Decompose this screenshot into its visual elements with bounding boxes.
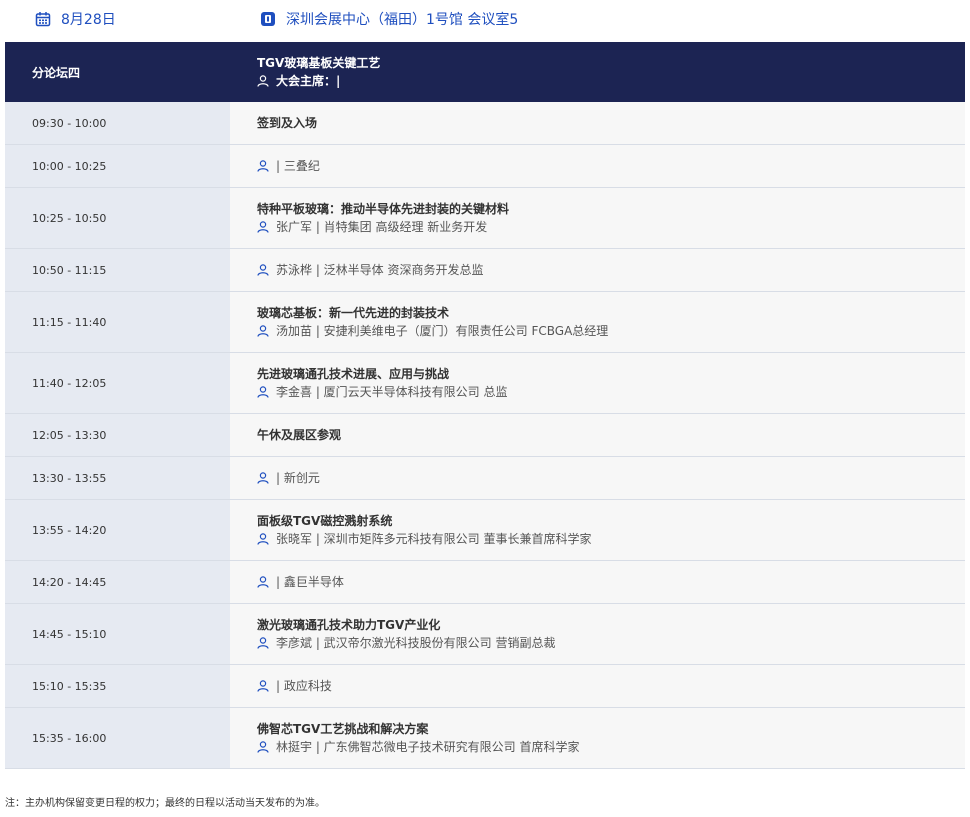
session-detail: 签到及入场 [230, 102, 965, 144]
speaker-text: 张晓军 | 深圳市矩阵多元科技有限公司 董事长兼首席科学家 [276, 532, 592, 546]
person-icon [257, 264, 269, 276]
schedule-row: 11:15 - 11:40 玻璃芯基板：新一代先进的封装技术 汤加苗 | 安捷利美维… [5, 292, 965, 353]
person-icon [257, 75, 269, 87]
session-title: 先进玻璃通孔技术进展、应用与挑战 [257, 367, 450, 381]
session-title: 午休及展区参观 [257, 428, 342, 442]
session-detail: 午休及展区参观 [230, 414, 965, 456]
forum-topic: TGV玻璃基板关键工艺 [257, 56, 381, 70]
session-speaker: 苏泳桦 | 泛林半导体 资深商务开发总监 [257, 261, 965, 279]
schedule-row: 10:00 - 10:25 | 三叠纪 [5, 145, 965, 188]
speaker-text: | 三叠纪 [276, 159, 320, 173]
schedule-table: 分论坛四 TGV玻璃基板关键工艺 大会主席：| 09:30 - 10:00 签到及… [5, 42, 965, 769]
forum-topic-cell: TGV玻璃基板关键工艺 大会主席：| [230, 42, 965, 102]
event-meta-bar: 8月28日 深圳会展中心（福田）1号馆 会议室5 [0, 0, 970, 40]
session-time: 11:15 - 11:40 [5, 292, 230, 352]
schedule-row: 11:40 - 12:05 先进玻璃通孔技术进展、应用与挑战 李金喜 | 厦门云天半… [5, 353, 965, 414]
session-detail: 激光玻璃通孔技术助力TGV产业化李彦斌 | 武汉帝尔激光科技股份有限公司 营销副… [230, 604, 965, 664]
session-time: 10:50 - 11:15 [5, 249, 230, 291]
speaker-text: | 政应科技 [276, 679, 332, 693]
speaker-text: 苏泳桦 | 泛林半导体 资深商务开发总监 [276, 263, 484, 277]
person-icon [257, 741, 269, 753]
speaker-text: 李彦斌 | 武汉帝尔激光科技股份有限公司 营销副总裁 [276, 636, 556, 650]
session-speaker: | 三叠纪 [257, 157, 965, 175]
session-speaker: | 政应科技 [257, 677, 965, 695]
event-venue-text: 深圳会展中心（福田）1号馆 会议室5 [286, 12, 519, 28]
person-icon [257, 680, 269, 692]
location-icon [261, 12, 275, 26]
speaker-text: 李金喜 | 厦门云天半导体科技有限公司 总监 [276, 385, 508, 399]
schedule-row: 09:30 - 10:00 签到及入场 [5, 102, 965, 145]
footer-note: 注：主办机构保留变更日程的权力；最终的日程以活动当天发布的为准。 [5, 798, 325, 809]
speaker-text: | 鑫巨半导体 [276, 575, 344, 589]
schedule-rows: 09:30 - 10:00 签到及入场 10:00 - 10:25 | 三叠纪 10:2… [5, 102, 965, 769]
session-title: 激光玻璃通孔技术助力TGV产业化 [257, 618, 441, 632]
session-time: 14:20 - 14:45 [5, 561, 230, 603]
session-speaker: 李金喜 | 厦门云天半导体科技有限公司 总监 [257, 383, 965, 401]
schedule-row: 12:05 - 13:30 午休及展区参观 [5, 414, 965, 457]
session-speaker: 汤加苗 | 安捷利美维电子（厦门）有限责任公司 FCBGA总经理 [257, 322, 965, 340]
session-speaker: 林挺宇 | 广东佛智芯微电子技术研究有限公司 首席科学家 [257, 738, 965, 756]
person-icon [257, 386, 269, 398]
schedule-row: 10:50 - 11:15 苏泳桦 | 泛林半导体 资深商务开发总监 [5, 249, 965, 292]
session-speaker: 李彦斌 | 武汉帝尔激光科技股份有限公司 营销副总裁 [257, 634, 965, 652]
schedule-row: 10:25 - 10:50 特种平板玻璃：推动半导体先进封装的关键材料 张广军 | … [5, 188, 965, 249]
session-title: 特种平板玻璃：推动半导体先进封装的关键材料 [257, 202, 510, 216]
forum-label: 分论坛四 [32, 65, 81, 80]
session-title: 佛智芯TGV工艺挑战和解决方案 [257, 722, 429, 736]
calendar-icon [35, 12, 51, 27]
session-detail: 特种平板玻璃：推动半导体先进封装的关键材料 张广军 | 肖特集团 高级经理 新业务… [230, 188, 965, 248]
session-time: 09:30 - 10:00 [5, 102, 230, 144]
session-speaker: 张广军 | 肖特集团 高级经理 新业务开发 [257, 218, 965, 236]
session-detail: 面板级TGV磁控溅射系统张晓军 | 深圳市矩阵多元科技有限公司 董事长兼首席科学… [230, 500, 965, 560]
forum-chair: 大会主席：| [257, 72, 965, 90]
speaker-text: 汤加苗 | 安捷利美维电子（厦门）有限责任公司 FCBGA总经理 [276, 324, 609, 338]
session-time: 12:05 - 13:30 [5, 414, 230, 456]
session-time: 11:40 - 12:05 [5, 353, 230, 413]
session-time: 13:55 - 14:20 [5, 500, 230, 560]
event-date: 8月28日 [35, 9, 116, 29]
session-speaker: | 新创元 [257, 469, 965, 487]
session-detail: | 新创元 [230, 457, 965, 499]
session-detail: 苏泳桦 | 泛林半导体 资深商务开发总监 [230, 249, 965, 291]
schedule-header: 分论坛四 TGV玻璃基板关键工艺 大会主席：| [5, 42, 965, 102]
event-venue: 深圳会展中心（福田）1号馆 会议室5 [260, 9, 518, 29]
person-icon [257, 637, 269, 649]
speaker-text: 林挺宇 | 广东佛智芯微电子技术研究有限公司 首席科学家 [276, 740, 580, 754]
session-title: 玻璃芯基板：新一代先进的封装技术 [257, 306, 450, 320]
session-detail: | 鑫巨半导体 [230, 561, 965, 603]
session-detail: 先进玻璃通孔技术进展、应用与挑战李金喜 | 厦门云天半导体科技有限公司 总监 [230, 353, 965, 413]
schedule-row: 15:35 - 16:00 佛智芯TGV工艺挑战和解决方案 林挺宇 | 广东佛智芯微… [5, 708, 965, 769]
schedule-row: 14:20 - 14:45 | 鑫巨半导体 [5, 561, 965, 604]
speaker-text: 张广军 | 肖特集团 高级经理 新业务开发 [276, 220, 488, 234]
session-time: 13:30 - 13:55 [5, 457, 230, 499]
session-title: 面板级TGV磁控溅射系统 [257, 514, 393, 528]
session-time: 14:45 - 15:10 [5, 604, 230, 664]
session-time: 10:25 - 10:50 [5, 188, 230, 248]
person-icon [257, 533, 269, 545]
session-detail: 玻璃芯基板：新一代先进的封装技术汤加苗 | 安捷利美维电子（厦门）有限责任公司 … [230, 292, 965, 352]
person-icon [257, 576, 269, 588]
session-title: 签到及入场 [257, 116, 318, 130]
event-date-text: 8月28日 [61, 12, 116, 28]
session-time: 15:10 - 15:35 [5, 665, 230, 707]
session-time: 15:35 - 16:00 [5, 708, 230, 768]
session-speaker: | 鑫巨半导体 [257, 573, 965, 591]
person-icon [257, 160, 269, 172]
schedule-row: 15:10 - 15:35 | 政应科技 [5, 665, 965, 708]
schedule-row: 13:55 - 14:20 面板级TGV磁控溅射系统 张晓军 | 深圳市矩阵多元科技… [5, 500, 965, 561]
person-icon [257, 472, 269, 484]
schedule-row: 13:30 - 13:55 | 新创元 [5, 457, 965, 500]
session-detail: | 三叠纪 [230, 145, 965, 187]
forum-chair-text: 大会主席：| [276, 74, 341, 88]
session-detail: | 政应科技 [230, 665, 965, 707]
session-detail: 佛智芯TGV工艺挑战和解决方案林挺宇 | 广东佛智芯微电子技术研究有限公司 首席… [230, 708, 965, 768]
speaker-text: | 新创元 [276, 471, 320, 485]
person-icon [257, 325, 269, 337]
session-time: 10:00 - 10:25 [5, 145, 230, 187]
schedule-row: 14:45 - 15:10 激光玻璃通孔技术助力TGV产业化 李彦斌 | 武汉帝尔激… [5, 604, 965, 665]
session-speaker: 张晓军 | 深圳市矩阵多元科技有限公司 董事长兼首席科学家 [257, 530, 965, 548]
person-icon [257, 221, 269, 233]
